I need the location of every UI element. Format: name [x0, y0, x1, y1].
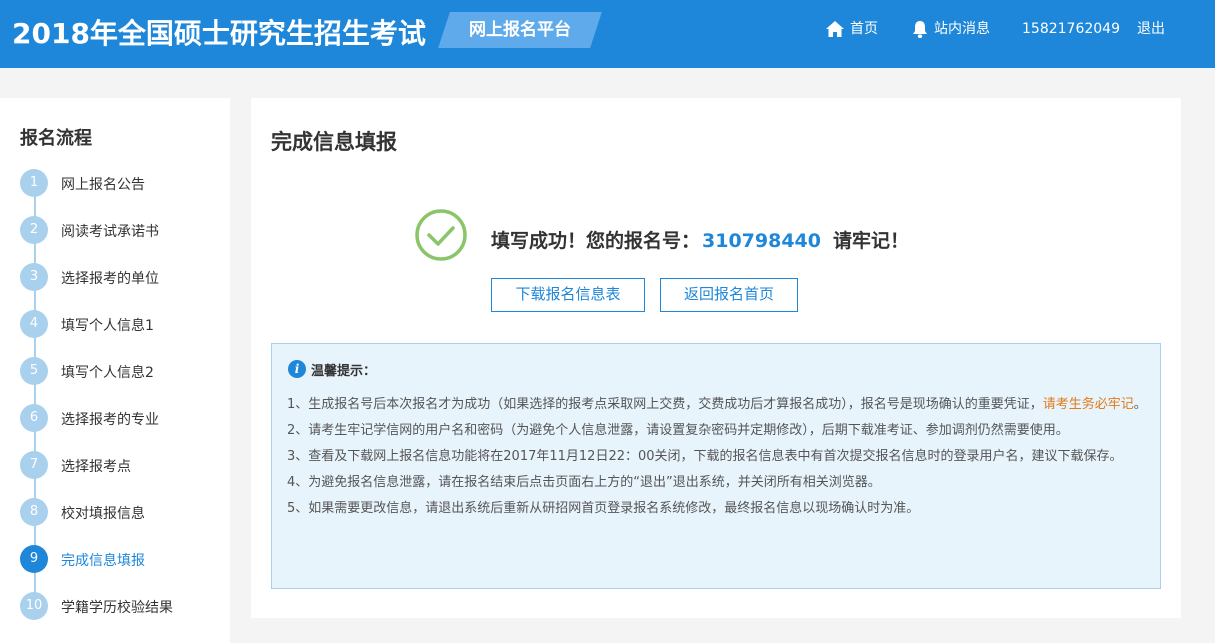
step-number: 5: [20, 357, 48, 385]
tip-1-highlight: 请考生务必牢记: [1042, 397, 1134, 412]
tip-item-3: 3、查看及下载网上报名信息功能将在2017年11月12日22：00关闭，下载的报…: [287, 449, 1123, 464]
logout-link[interactable]: 退出: [1137, 18, 1165, 40]
tip-1-text: 1、生成报名号后本次报名才为成功（如果选择的报考点采取网上交费，交费成功后才算报…: [287, 397, 1043, 412]
step-label: 选择报考的单位: [61, 271, 159, 287]
tips-box: i 温馨提示： 1、生成报名号后本次报名才为成功（如果选择的报考点采取网上交费，…: [271, 343, 1161, 589]
tip-item-4: 4、为避免报名信息泄露，请在报名结束后点击页面右上方的“退出”退出系统，并关闭所…: [287, 475, 881, 490]
step-label: 阅读考试承诺书: [61, 224, 159, 240]
success-suffix: 请牢记！: [833, 230, 910, 252]
step-number: 9: [20, 545, 48, 573]
download-form-button[interactable]: 下载报名信息表: [491, 278, 645, 312]
step-number: 4: [20, 310, 48, 338]
user-phone: 15821762049: [1022, 21, 1120, 37]
step-item: 7 选择报考点: [20, 451, 225, 479]
step-label: 完成信息填报: [61, 553, 145, 569]
bell-icon: [913, 20, 927, 38]
step-item: 8 校对填报信息: [20, 498, 225, 526]
page-title: 完成信息填报: [271, 130, 397, 154]
step-item: 4 填写个人信息1: [20, 310, 225, 338]
nav-messages-link[interactable]: 站内消息: [911, 18, 990, 40]
nav-messages-label: 站内消息: [934, 21, 990, 37]
step-label: 网上报名公告: [61, 177, 145, 193]
nav-home-label: 首页: [850, 21, 878, 37]
registration-number: 310798440: [702, 230, 821, 252]
platform-badge: 网上报名平台: [469, 20, 571, 40]
success-prefix: 填写成功！您的报名号：: [491, 230, 701, 252]
step-label: 填写个人信息2: [61, 365, 154, 381]
step-number: 1: [20, 169, 48, 197]
tips-header: i 温馨提示：: [288, 360, 377, 379]
step-number: 8: [20, 498, 48, 526]
main-panel: 完成信息填报 填写成功！您的报名号： 310798440 请牢记！ 下载报名信息表 …: [251, 98, 1181, 618]
tips-list: 1、生成报名号后本次报名才为成功（如果选择的报考点采取网上交费，交费成功后才算报…: [287, 392, 1149, 522]
step-label: 填写个人信息1: [61, 318, 154, 334]
step-item: 2 阅读考试承诺书: [20, 216, 225, 244]
step-number: 3: [20, 263, 48, 291]
step-item: 10 学籍学历校验结果: [20, 592, 225, 620]
back-home-button[interactable]: 返回报名首页: [660, 278, 798, 312]
step-connector-line: [34, 184, 36, 606]
sidebar-title: 报名流程: [20, 128, 92, 149]
step-number: 7: [20, 451, 48, 479]
top-header-bar: 2018年全国硕士研究生招生考试 网上报名平台 首页 站内消息 15821762…: [0, 0, 1215, 68]
step-number: 2: [20, 216, 48, 244]
info-icon: i: [288, 360, 306, 378]
step-label: 选择报考点: [61, 459, 131, 475]
step-item: 1 网上报名公告: [20, 169, 225, 197]
step-item-active: 9 完成信息填报: [20, 545, 225, 573]
step-label: 校对填报信息: [61, 506, 145, 522]
nav-home-link[interactable]: 首页: [825, 18, 878, 40]
step-label: 学籍学历校验结果: [61, 600, 173, 616]
success-message: 填写成功！您的报名号： 310798440 请牢记！: [491, 226, 909, 253]
tips-title: 温馨提示：: [311, 363, 377, 379]
step-item: 6 选择报考的专业: [20, 404, 225, 432]
step-item: 5 填写个人信息2: [20, 357, 225, 385]
site-title: 2018年全国硕士研究生招生考试: [12, 17, 426, 50]
tip-item-5: 5、如果需要更改信息，请退出系统后重新从研招网首页登录报名系统修改，最终报名信息…: [287, 501, 920, 516]
check-circle-icon: [415, 209, 467, 261]
step-item: 3 选择报考的单位: [20, 263, 225, 291]
step-number: 10: [20, 592, 48, 620]
home-icon: [826, 21, 844, 37]
step-label: 选择报考的专业: [61, 412, 159, 428]
sidebar: 报名流程 1 网上报名公告 2 阅读考试承诺书 3 选择报考的单位 4 填写个人…: [0, 98, 230, 643]
tip-1-end: 。: [1133, 397, 1147, 412]
tip-item-2: 2、请考生牢记学信网的用户名和密码（为避免个人信息泄露，请设置复杂密码并定期修改…: [287, 423, 1069, 438]
tip-item-1: 1、生成报名号后本次报名才为成功（如果选择的报考点采取网上交费，交费成功后才算报…: [287, 392, 1149, 418]
step-number: 6: [20, 404, 48, 432]
